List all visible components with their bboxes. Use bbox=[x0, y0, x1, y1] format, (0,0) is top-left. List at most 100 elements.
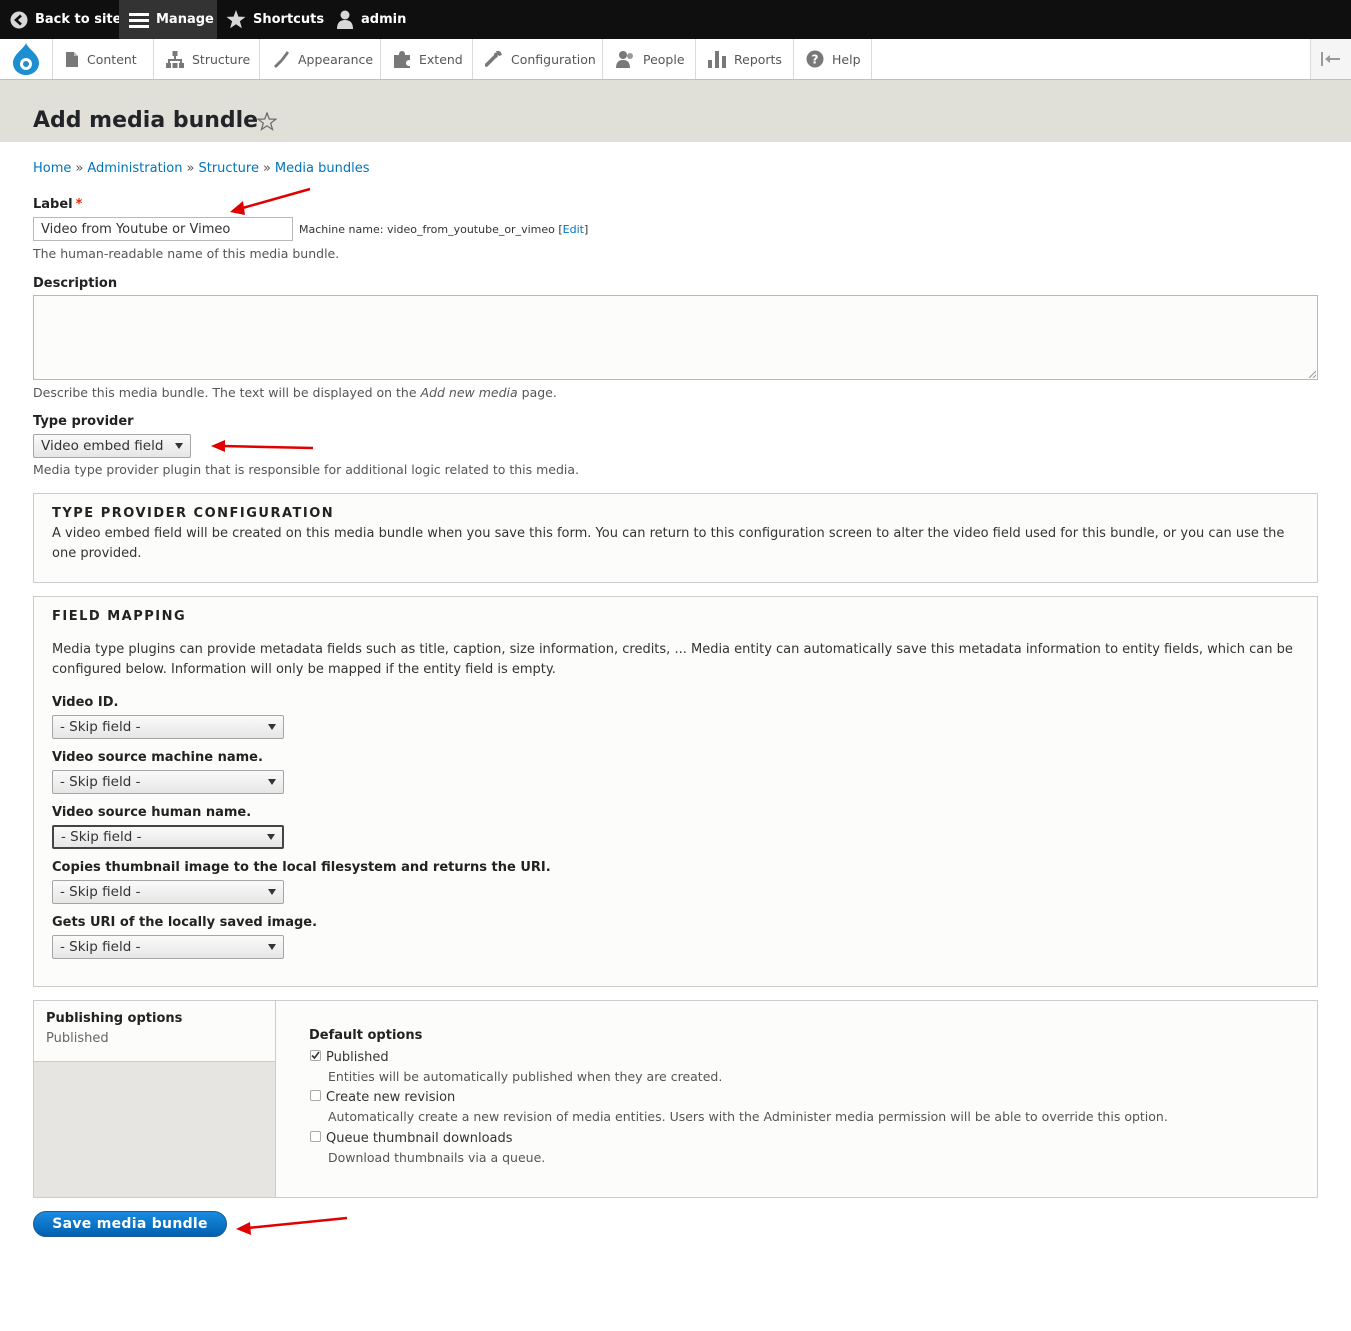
field-mapping-legend: FIELD MAPPING bbox=[52, 609, 187, 624]
menu-item-extend[interactable]: Extend bbox=[381, 39, 473, 79]
queue-thumbnail-downloads-description: Download thumbnails via a queue. bbox=[328, 1150, 546, 1165]
menu-item-label: Structure bbox=[192, 51, 251, 67]
field-mapping-fieldset: FIELD MAPPING Media type plugins can pro… bbox=[33, 596, 1318, 987]
label-field-label-text: Label bbox=[33, 197, 73, 212]
dropdown-caret-icon bbox=[267, 834, 275, 840]
manage-tab[interactable]: Manage bbox=[119, 0, 217, 39]
published-description: Entities will be automatically published… bbox=[328, 1069, 723, 1084]
menu-item-label: Appearance bbox=[298, 51, 374, 67]
create-new-revision-label[interactable]: Create new revision bbox=[326, 1090, 455, 1105]
type-provider-configuration-fieldset: TYPE PROVIDER CONFIGURATION A video embe… bbox=[33, 493, 1318, 583]
shortcut-star-icon[interactable] bbox=[257, 112, 277, 131]
published-checkbox[interactable] bbox=[310, 1050, 321, 1061]
field-mapping-select-video-id[interactable]: - Skip field - bbox=[52, 715, 284, 739]
manage-label: Manage bbox=[156, 12, 214, 27]
collapse-icon bbox=[1321, 52, 1340, 66]
menu-item-structure[interactable]: Structure bbox=[154, 39, 260, 79]
breadcrumb-separator: » bbox=[262, 161, 271, 176]
menu-item-help[interactable]: ? Help bbox=[794, 39, 872, 79]
label-field-description: The human-readable name of this media bu… bbox=[33, 246, 340, 261]
description-field-help: Describe this media bundle. The text wil… bbox=[33, 385, 557, 400]
create-new-revision-checkbox[interactable] bbox=[310, 1090, 321, 1101]
orientation-toggle-button[interactable] bbox=[1310, 39, 1351, 79]
breadcrumb: Home» Administration» Structure» Media bund… bbox=[33, 161, 369, 176]
type-provider-value: Video embed field bbox=[41, 438, 164, 454]
menu-item-content[interactable]: Content bbox=[53, 39, 154, 79]
default-options-heading: Default options bbox=[309, 1028, 423, 1043]
user-icon bbox=[337, 10, 353, 29]
wrench-icon bbox=[485, 50, 502, 67]
queue-thumbnail-downloads-label[interactable]: Queue thumbnail downloads bbox=[326, 1131, 513, 1146]
label-field-label: Label * bbox=[33, 197, 82, 212]
vertical-tab-publishing-options[interactable]: Publishing options Published bbox=[34, 1001, 275, 1062]
required-marker: * bbox=[75, 197, 83, 212]
menu-item-appearance[interactable]: Appearance bbox=[260, 39, 381, 79]
menu-item-label: People bbox=[643, 51, 685, 67]
drupal-logo[interactable] bbox=[0, 39, 53, 79]
menu-item-label: Configuration bbox=[511, 51, 596, 67]
page-title: Add media bundle bbox=[33, 108, 259, 133]
bar-chart-icon bbox=[708, 50, 726, 68]
menu-item-label: Help bbox=[832, 51, 861, 67]
svg-text:?: ? bbox=[812, 53, 819, 67]
dropdown-caret-icon bbox=[268, 889, 276, 895]
description-help-text: Describe this media bundle. The text wil… bbox=[33, 385, 421, 400]
annotation-arrow-icon bbox=[211, 440, 314, 452]
field-mapping-select-thumbnail-uri[interactable]: - Skip field - bbox=[52, 880, 284, 904]
menu-item-label: Reports bbox=[734, 51, 782, 67]
field-mapping-text: Media type plugins can provide metadata … bbox=[52, 642, 1293, 677]
label-input[interactable] bbox=[33, 217, 293, 241]
type-provider-configuration-legend: TYPE PROVIDER CONFIGURATION bbox=[52, 506, 335, 521]
menu-item-label: Extend bbox=[419, 51, 463, 67]
admin-toolbar: Back to site Manage Shortcuts admin bbox=[0, 0, 1351, 39]
drupal-drop-icon bbox=[13, 43, 39, 75]
description-help-suffix: page. bbox=[517, 385, 557, 400]
machine-name: Machine name: video_from_youtube_or_vime… bbox=[299, 223, 588, 236]
vertical-tabs-menu: Publishing options Published bbox=[34, 1001, 276, 1197]
annotation-arrow-icon bbox=[230, 187, 311, 215]
menu-item-people[interactable]: People bbox=[603, 39, 696, 79]
resize-handle-icon[interactable] bbox=[1308, 370, 1316, 378]
select-value: - Skip field - bbox=[60, 884, 141, 900]
queue-thumbnail-downloads-checkbox[interactable] bbox=[310, 1131, 321, 1142]
breadcrumb-separator: » bbox=[186, 161, 195, 176]
type-provider-configuration-text: A video embed field will be created on t… bbox=[52, 526, 1285, 561]
select-value: - Skip field - bbox=[61, 829, 142, 845]
machine-name-edit-link[interactable]: Edit bbox=[563, 223, 584, 236]
annotation-arrow-icon bbox=[236, 1216, 348, 1235]
shortcuts-label: Shortcuts bbox=[253, 12, 325, 27]
shortcuts-tab[interactable]: Shortcuts bbox=[226, 0, 324, 39]
user-tab[interactable]: admin bbox=[336, 0, 406, 39]
description-field-label: Description bbox=[33, 276, 118, 291]
breadcrumb-administration[interactable]: Administration bbox=[87, 161, 182, 176]
sitemap-icon bbox=[166, 50, 184, 68]
puzzle-icon bbox=[394, 50, 410, 68]
field-mapping-label-video-id: Video ID. bbox=[52, 695, 119, 710]
field-mapping-label-thumbnail-uri: Copies thumbnail image to the local file… bbox=[52, 860, 551, 875]
menu-item-reports[interactable]: Reports bbox=[696, 39, 794, 79]
menu-item-label: Content bbox=[87, 51, 137, 67]
field-mapping-select-source-human-name[interactable]: - Skip field - bbox=[52, 825, 284, 849]
breadcrumb-home[interactable]: Home bbox=[33, 161, 71, 176]
menu-item-configuration[interactable]: Configuration bbox=[473, 39, 603, 79]
save-media-bundle-button[interactable]: Save media bundle bbox=[33, 1211, 227, 1237]
back-to-site-link[interactable]: Back to site bbox=[10, 0, 121, 39]
field-mapping-select-local-image-uri[interactable]: - Skip field - bbox=[52, 935, 284, 959]
user-label: admin bbox=[361, 12, 407, 27]
manage-menu-tray: Content Structure Appearance Extend Conf… bbox=[0, 39, 1351, 80]
dropdown-caret-icon bbox=[175, 443, 183, 449]
field-mapping-label-local-image-uri: Gets URI of the locally saved image. bbox=[52, 915, 318, 930]
published-label[interactable]: Published bbox=[326, 1050, 389, 1065]
breadcrumb-media-bundles[interactable]: Media bundles bbox=[275, 161, 370, 176]
description-textarea[interactable] bbox=[33, 295, 1318, 380]
create-new-revision-description: Automatically create a new revision of m… bbox=[328, 1109, 1168, 1124]
machine-name-text: Machine name: video_from_youtube_or_vime… bbox=[299, 223, 563, 236]
breadcrumb-structure[interactable]: Structure bbox=[198, 161, 258, 176]
checkmark-icon bbox=[311, 1051, 320, 1060]
paintbrush-icon bbox=[274, 51, 289, 68]
document-icon bbox=[66, 51, 78, 67]
select-value: - Skip field - bbox=[60, 719, 141, 735]
breadcrumb-separator: » bbox=[75, 161, 84, 176]
type-provider-select[interactable]: Video embed field bbox=[33, 434, 191, 458]
field-mapping-select-source-machine-name[interactable]: - Skip field - bbox=[52, 770, 284, 794]
